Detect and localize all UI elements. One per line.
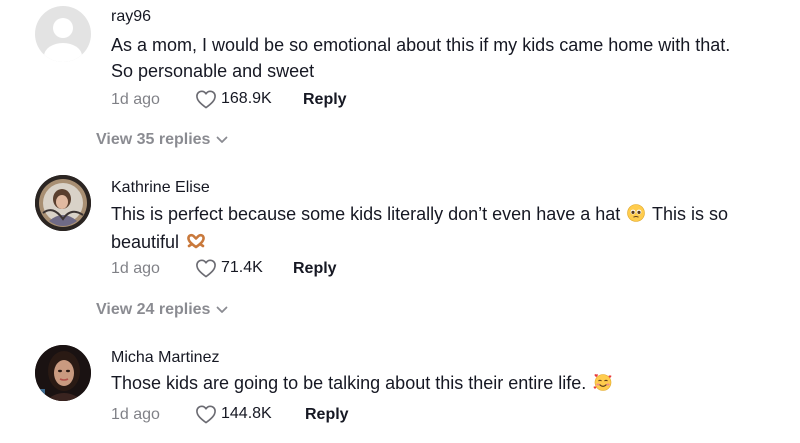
like-count: 144.8K — [221, 405, 272, 422]
avatar[interactable] — [35, 345, 91, 401]
comment-timestamp: 1d ago — [111, 406, 160, 423]
heart-hands-emoji — [186, 231, 206, 257]
reply-button[interactable]: Reply — [293, 260, 337, 278]
comment-text: Those kids are going to be talking about… — [111, 370, 751, 398]
heart-icon — [196, 259, 216, 278]
pleading-face-emoji — [627, 203, 646, 229]
heart-icon — [196, 90, 216, 109]
chevron-down-icon — [217, 306, 228, 313]
like-button[interactable]: 144.8K — [195, 404, 272, 424]
view-replies-button[interactable]: View 35 replies — [96, 131, 228, 149]
avatar[interactable] — [35, 6, 91, 62]
view-replies-button[interactable]: View 24 replies — [96, 301, 228, 319]
comment-username[interactable]: Micha Martinez — [111, 349, 219, 367]
default-avatar-icon — [44, 18, 82, 62]
reply-button[interactable]: Reply — [305, 406, 349, 424]
view-replies-label: View 35 replies — [96, 131, 211, 148]
reply-button[interactable]: Reply — [303, 91, 347, 109]
chevron-down-icon — [217, 136, 228, 143]
comment-timestamp: 1d ago — [111, 260, 160, 277]
like-count: 168.9K — [221, 90, 272, 107]
comment-text: This is perfect because some kids litera… — [111, 201, 751, 257]
comment-timestamp: 1d ago — [111, 91, 160, 108]
comment-username[interactable]: Kathrine Elise — [111, 179, 210, 197]
view-replies-label: View 24 replies — [96, 301, 211, 318]
like-button[interactable]: 71.4K — [195, 258, 263, 278]
heart-icon — [196, 405, 216, 424]
comment-text-part: Those kids are going to be talking about… — [111, 373, 587, 393]
smiling-face-with-hearts-emoji — [593, 372, 613, 398]
comment-text-part: This is perfect because some kids litera… — [111, 204, 621, 224]
profile-photo-icon — [35, 345, 91, 401]
like-button[interactable]: 168.9K — [195, 89, 272, 109]
comment-username[interactable]: ray96 — [111, 8, 151, 26]
like-count: 71.4K — [221, 259, 263, 276]
profile-photo-icon — [35, 175, 91, 231]
avatar[interactable] — [35, 175, 91, 231]
comment-text: As a mom, I would be so emotional about … — [111, 35, 731, 81]
